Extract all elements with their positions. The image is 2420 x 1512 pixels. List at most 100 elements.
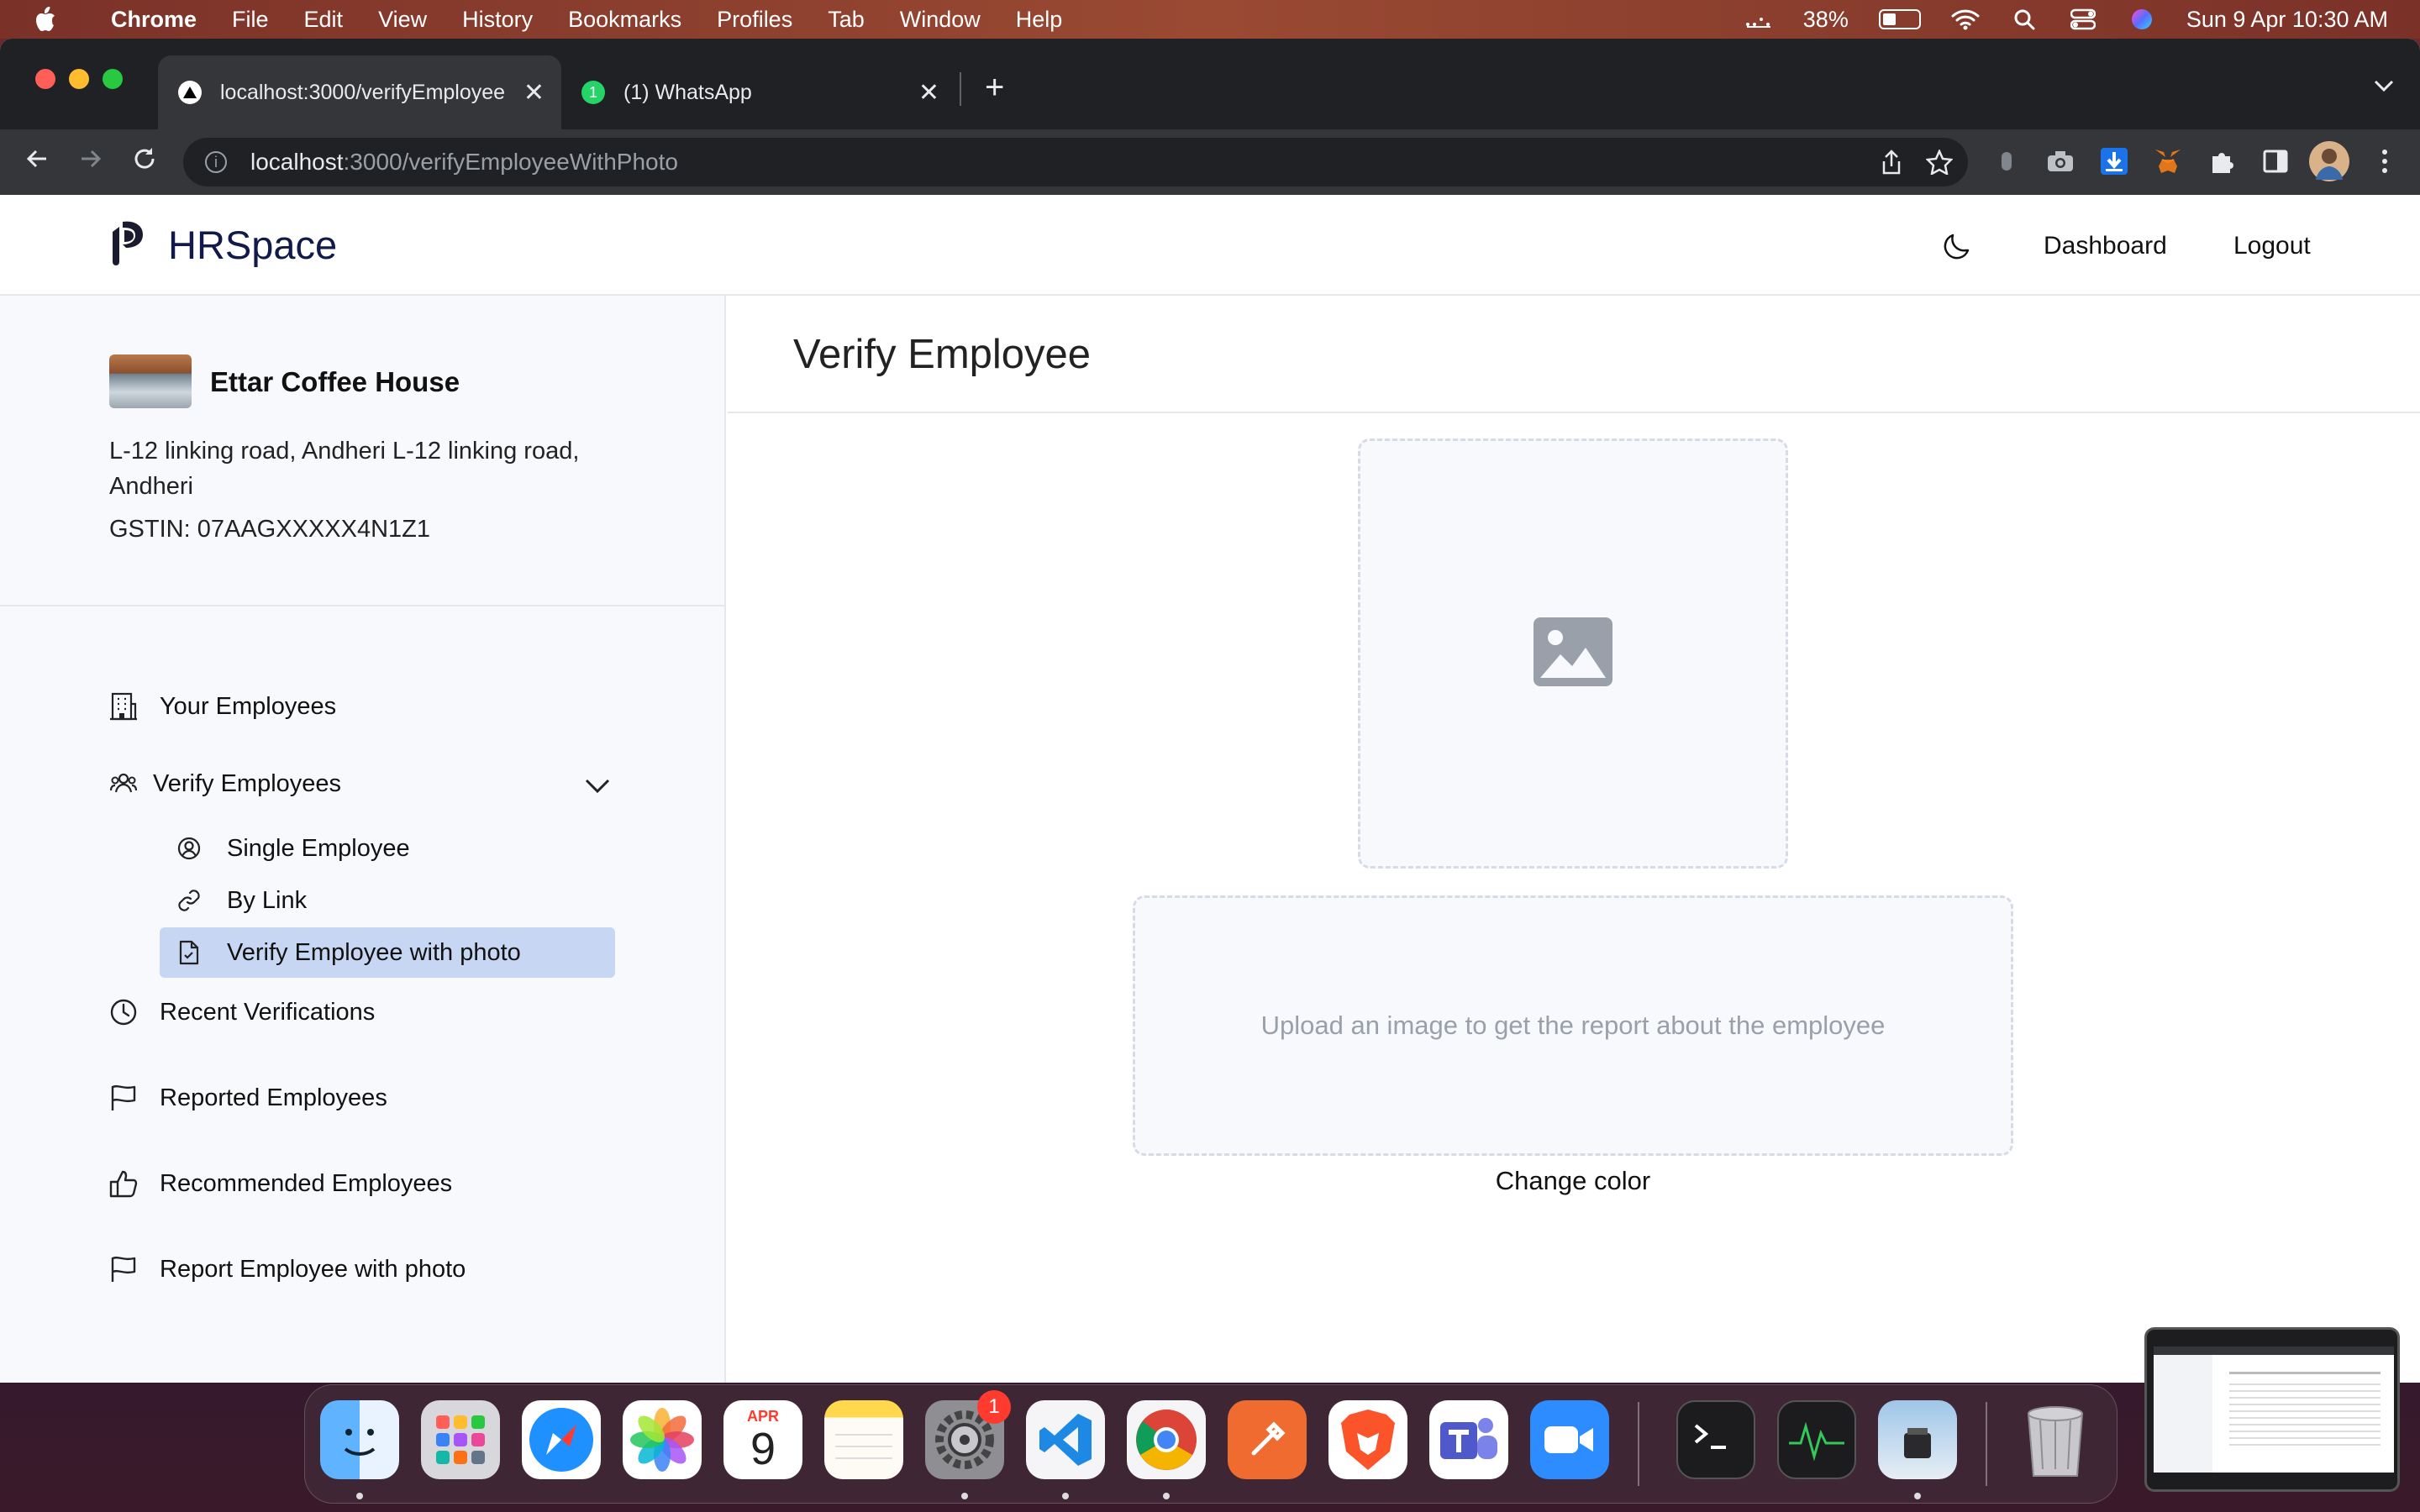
notes-icon[interactable]: [824, 1400, 903, 1479]
business-name: Ettar Coffee House: [210, 366, 460, 397]
change-color-button[interactable]: Change color: [1442, 1166, 1704, 1196]
tab-whatsapp[interactable]: 1 (1) WhatsApp ✕: [561, 55, 956, 129]
address-bar[interactable]: i localhost:3000/verifyEmployeeWithPhoto: [183, 138, 1968, 186]
sidebar-item-label: Reported Employees: [160, 1084, 387, 1111]
apple-menu-icon[interactable]: [34, 6, 57, 33]
window-minimize-button[interactable]: [69, 69, 89, 89]
sidebar-item-reported-employees[interactable]: Reported Employees: [109, 1084, 387, 1112]
hrspace-logo-icon[interactable]: [108, 220, 145, 267]
menu-history[interactable]: History: [462, 7, 533, 33]
new-tab-plus-icon[interactable]: +: [985, 71, 1004, 104]
siri-icon[interactable]: [2128, 7, 2156, 32]
bluetooth-status-icon[interactable]: [1744, 7, 1773, 32]
download-extension-icon[interactable]: [2097, 144, 2131, 178]
tab-close-icon[interactable]: ✕: [523, 78, 544, 108]
sidebar-subitem-single-employee[interactable]: Single Employee: [160, 823, 615, 874]
sidebar-item-label: Your Employees: [160, 692, 337, 720]
bookmark-star-icon[interactable]: [1926, 138, 1953, 186]
main-header: Verify Employee: [728, 296, 2420, 413]
chevron-down-icon[interactable]: [583, 771, 612, 800]
extensions-puzzle-icon[interactable]: [2205, 144, 2238, 178]
menu-view[interactable]: View: [378, 7, 427, 33]
photos-icon[interactable]: [623, 1400, 702, 1479]
sidebar-item-label: Recommended Employees: [160, 1169, 453, 1197]
brand-name[interactable]: HRSpace: [168, 220, 337, 270]
menu-window[interactable]: Window: [900, 7, 981, 33]
menu-file[interactable]: File: [232, 7, 269, 33]
extension-grey-icon[interactable]: [1990, 144, 2023, 178]
sidebar-item-your-employees[interactable]: Your Employees: [109, 692, 336, 721]
preview-icon[interactable]: [1878, 1400, 1957, 1479]
browser-toolbar: i localhost:3000/verifyEmployeeWithPhoto: [0, 129, 2420, 195]
safari-icon[interactable]: [522, 1400, 601, 1479]
spotlight-search-icon[interactable]: [2010, 7, 2039, 32]
chrome-icon[interactable]: [1127, 1400, 1206, 1479]
share-icon[interactable]: [1881, 138, 1902, 186]
dashboard-link[interactable]: Dashboard: [2044, 232, 2167, 260]
zoom-icon[interactable]: [1530, 1400, 1609, 1479]
trash-icon[interactable]: [2016, 1400, 2095, 1479]
control-center-icon[interactable]: [2069, 7, 2097, 32]
app-header: HRSpace Dashboard Logout: [0, 195, 2420, 296]
side-panel-icon[interactable]: [2259, 144, 2292, 178]
url-path: :3000/verifyEmployeeWithPhoto: [343, 149, 678, 175]
users-group-icon: [109, 769, 138, 798]
menu-bookmarks[interactable]: Bookmarks: [568, 7, 681, 33]
launchpad-icon[interactable]: [421, 1400, 500, 1479]
menu-help[interactable]: Help: [1016, 7, 1063, 33]
sidebar-subitem-verify-with-photo[interactable]: Verify Employee with photo: [160, 927, 615, 978]
tab-strip: localhost:3000/verifyEmployee ✕ 1 (1) Wh…: [0, 39, 2420, 129]
menu-tab[interactable]: Tab: [828, 7, 865, 33]
sidebar-item-recommended-employees[interactable]: Recommended Employees: [109, 1169, 452, 1198]
forward-arrow-icon[interactable]: [72, 144, 109, 178]
menu-edit[interactable]: Edit: [304, 7, 344, 33]
chrome-window: localhost:3000/verifyEmployee ✕ 1 (1) Wh…: [0, 39, 2420, 1383]
dark-mode-moon-icon[interactable]: [1941, 228, 1975, 262]
image-placeholder-icon: [1532, 616, 1614, 692]
vscode-icon[interactable]: [1026, 1400, 1105, 1479]
metamask-fox-icon[interactable]: [2151, 144, 2185, 178]
page-title: Verify Employee: [793, 332, 1092, 377]
sidebar-item-report-with-photo[interactable]: Report Employee with photo: [109, 1255, 466, 1284]
window-close-button[interactable]: [35, 69, 55, 89]
calendar-icon[interactable]: APR 9: [723, 1400, 802, 1479]
tab-search-chevron-icon[interactable]: [2373, 71, 2395, 99]
photo-preview[interactable]: [1358, 438, 1788, 869]
url-text[interactable]: localhost:3000/verifyEmployeeWithPhoto: [250, 149, 678, 176]
logout-link[interactable]: Logout: [2233, 232, 2311, 260]
image-upload-dropzone[interactable]: Upload an image to get the report about …: [1133, 895, 2013, 1156]
activity-monitor-icon[interactable]: [1777, 1400, 1856, 1479]
finder-running-dot: [356, 1493, 363, 1499]
tab-divider: [960, 72, 961, 106]
tab-close-icon[interactable]: ✕: [918, 78, 939, 108]
sidebar-item-recent-verifications[interactable]: Recent Verifications: [109, 998, 375, 1026]
wifi-icon[interactable]: [1951, 7, 1980, 32]
sidebar-item-verify-employees[interactable]: Verify Employees: [109, 769, 341, 798]
brave-icon[interactable]: [1328, 1400, 1407, 1479]
sidebar-subitem-by-link[interactable]: By Link: [160, 875, 615, 926]
menu-profiles[interactable]: Profiles: [717, 7, 792, 33]
vscode-running-dot: [1062, 1493, 1069, 1499]
postman-icon[interactable]: [1228, 1400, 1307, 1479]
business-address: L-12 linking road, Andheri L-12 linking …: [109, 438, 580, 500]
calendar-day: 9: [750, 1424, 776, 1474]
sidebar-subitem-label: Verify Employee with photo: [227, 938, 521, 966]
window-zoom-button[interactable]: [103, 69, 123, 89]
terminal-icon[interactable]: [1676, 1400, 1755, 1479]
dock-separator: [1638, 1402, 1639, 1486]
profile-avatar[interactable]: [2309, 141, 2349, 181]
menu-app-name[interactable]: Chrome: [111, 7, 197, 33]
teams-icon[interactable]: [1429, 1400, 1508, 1479]
reload-icon[interactable]: [126, 144, 163, 178]
chrome-menu-kebab-icon[interactable]: [2368, 144, 2402, 178]
business-gstin: GSTIN: 07AAGXXXXX4N1Z1: [109, 516, 430, 543]
back-arrow-icon[interactable]: [18, 144, 55, 178]
camera-extension-icon[interactable]: [2044, 144, 2077, 178]
tab-verify-employee[interactable]: localhost:3000/verifyEmployee ✕: [158, 55, 561, 129]
site-info-icon[interactable]: i: [205, 151, 227, 173]
menubar-clock[interactable]: Sun 9 Apr 10:30 AM: [2186, 7, 2388, 33]
battery-icon[interactable]: [1878, 9, 1921, 29]
finder-icon[interactable]: [320, 1400, 399, 1479]
sidebar-item-label: Report Employee with photo: [160, 1255, 466, 1283]
screenshot-thumbnail-preview[interactable]: [2144, 1327, 2400, 1492]
